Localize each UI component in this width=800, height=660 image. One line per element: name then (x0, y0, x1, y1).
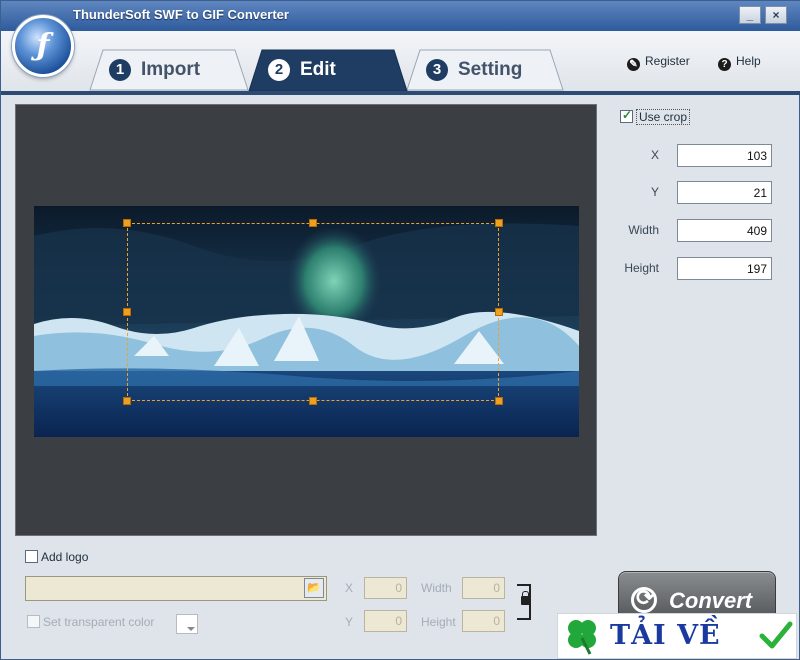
logo-y-input[interactable]: 0 (364, 610, 407, 632)
tab-edit[interactable]: 2 Edit (248, 49, 408, 91)
watermark-badge: TẢI VỀ (557, 613, 797, 659)
title-bar[interactable]: ThunderSoft SWF to GIF Converter _ × (1, 1, 800, 31)
crop-width-input[interactable]: 409 (677, 219, 772, 242)
crop-rectangle[interactable] (127, 223, 499, 401)
tab-label: Edit (300, 59, 336, 80)
add-logo-label: Add logo (41, 550, 89, 564)
crop-handle-bottom-left[interactable] (123, 397, 131, 405)
tab-label: Setting (458, 59, 523, 80)
checkbox-unchecked-icon[interactable] (25, 550, 38, 563)
crop-x-input[interactable]: 103 (677, 144, 772, 167)
logo-height-input[interactable]: 0 (462, 610, 505, 632)
close-button[interactable]: × (765, 6, 787, 24)
use-crop-checkbox[interactable]: Use crop (620, 108, 691, 125)
logo-height-label: Height (421, 615, 456, 629)
lock-icon[interactable] (521, 591, 530, 605)
checkmark-icon (759, 621, 793, 649)
header-divider (1, 91, 800, 95)
tab-import[interactable]: 1 Import (89, 49, 249, 91)
app-logo: ƒ (12, 15, 74, 77)
color-picker-button[interactable] (176, 614, 198, 634)
logo-x-label: X (345, 581, 354, 595)
checkbox-checked-icon[interactable] (620, 108, 633, 123)
tab-setting[interactable]: 3 Setting (406, 49, 564, 91)
window-title: ThunderSoft SWF to GIF Converter (73, 7, 289, 22)
help-icon: ? (718, 58, 731, 71)
crop-handle-top-left[interactable] (123, 219, 131, 227)
crop-y-input[interactable]: 21 (677, 181, 772, 204)
logo-file-path-field[interactable] (25, 576, 327, 601)
app-window: ThunderSoft SWF to GIF Converter _ × ƒ 1… (0, 0, 800, 660)
browse-folder-icon[interactable]: 📂 (304, 578, 324, 598)
crop-handle-left[interactable] (123, 308, 131, 316)
crop-handle-right[interactable] (495, 308, 503, 316)
crop-handle-bottom-right[interactable] (495, 397, 503, 405)
register-link[interactable]: ✎ Register (627, 54, 690, 71)
crop-width-label: Width (628, 223, 659, 237)
key-icon: ✎ (627, 58, 640, 71)
help-label: Help (736, 54, 761, 68)
tab-number: 3 (426, 59, 448, 81)
crop-handle-top[interactable] (309, 219, 317, 227)
logo-width-label: Width (421, 581, 452, 595)
crop-handle-bottom[interactable] (309, 397, 317, 405)
transparent-color-label: Set transparent color (43, 615, 155, 629)
tab-number: 2 (268, 59, 290, 81)
refresh-icon (631, 585, 657, 613)
minimize-button[interactable]: _ (739, 6, 761, 24)
transparent-color-checkbox[interactable]: Set transparent color (27, 615, 154, 629)
crop-height-input[interactable]: 197 (677, 257, 772, 280)
convert-label: Convert (669, 588, 753, 613)
crop-height-label: Height (624, 261, 659, 275)
watermark-text: TẢI VỀ (610, 620, 721, 651)
crop-y-label: Y (650, 185, 659, 199)
logo-y-label: Y (345, 615, 354, 629)
checkbox-unchecked-icon[interactable] (27, 615, 40, 628)
logo-width-input[interactable]: 0 (462, 577, 505, 599)
crop-x-label: X (650, 148, 659, 162)
tab-number: 1 (109, 59, 131, 81)
logo-x-input[interactable]: 0 (364, 577, 407, 599)
clover-icon (568, 620, 596, 655)
use-crop-label: Use crop (636, 109, 691, 125)
crop-handle-top-right[interactable] (495, 219, 503, 227)
help-link[interactable]: ? Help (718, 54, 761, 71)
register-label: Register (645, 54, 690, 68)
tab-label: Import (141, 59, 201, 80)
add-logo-checkbox[interactable]: Add logo (25, 550, 88, 564)
flash-logo-icon: ƒ (36, 28, 50, 63)
